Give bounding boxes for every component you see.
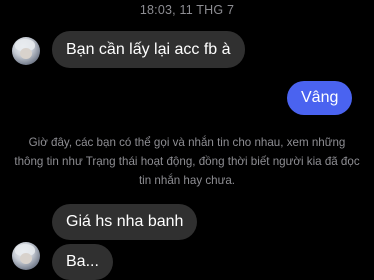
message-text: Vâng bbox=[301, 89, 339, 106]
message-bubble-received[interactable]: Giá hs nha banh bbox=[52, 204, 198, 240]
message-timestamp: 18:03, 11 THG 7 bbox=[139, 3, 235, 17]
contact-avatar[interactable] bbox=[12, 37, 40, 65]
message-text: Ba... bbox=[66, 253, 99, 270]
message-bubble-received[interactable]: Ba... bbox=[52, 244, 113, 280]
message-text: Bạn cần lấy lại acc fb à bbox=[66, 41, 231, 58]
avatar-face bbox=[20, 253, 32, 264]
system-notice: Giờ đây, các bạn có thể gọi và nhắn tin … bbox=[14, 136, 360, 187]
avatar-face bbox=[20, 48, 32, 59]
message-text: Giá hs nha banh bbox=[66, 213, 184, 230]
message-bubble-sent[interactable]: Vâng bbox=[287, 81, 353, 115]
contact-avatar[interactable] bbox=[12, 242, 40, 270]
message-bubble-received[interactable]: Bạn cần lấy lại acc fb à bbox=[52, 31, 245, 68]
